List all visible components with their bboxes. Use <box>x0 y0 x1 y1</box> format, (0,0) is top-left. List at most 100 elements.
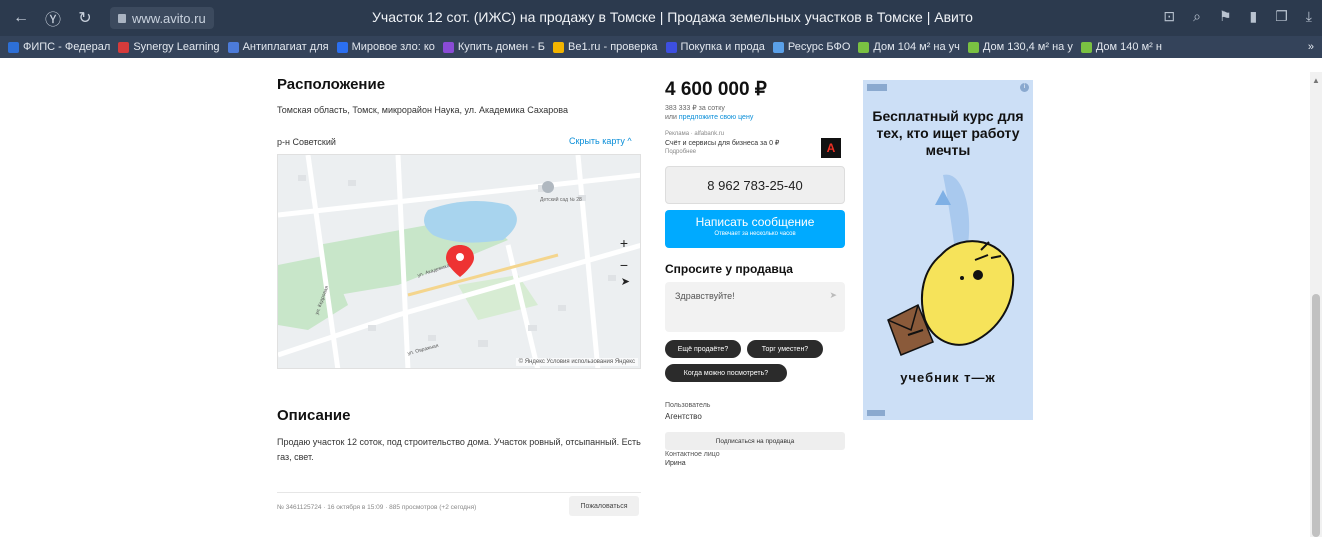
ask-seller-text[interactable]: Здравствуйте! <box>675 291 735 301</box>
listing-meta: № 3461125724 · 16 октября в 15:09 · 885 … <box>277 504 477 511</box>
bookmark-label: Дом 130,4 м² на у <box>982 41 1073 53</box>
browser-titlebar: ← Ⓨ ↻ www.avito.ru Участок 12 сот. (ИЖС)… <box>0 0 1322 36</box>
ad-illustration <box>887 174 1015 356</box>
page-scrollbar[interactable]: ▲ <box>1310 72 1322 537</box>
bookmark-favicon-icon <box>967 41 979 53</box>
yandex-icon[interactable]: Ⓨ <box>42 7 64 29</box>
bookmark-item[interactable]: Мировое зло: ко <box>336 41 435 53</box>
contact-person-name: Ирина <box>665 460 686 467</box>
scroll-up-icon[interactable]: ▲ <box>1312 76 1320 85</box>
complain-button[interactable]: Пожаловаться <box>569 496 639 516</box>
page-content: Расположение Томская область, Томск, мик… <box>0 58 1322 537</box>
bookmark-favicon-icon <box>1080 41 1092 53</box>
translate-icon[interactable]: ⊡ <box>1163 8 1175 25</box>
bookmark-favicon-icon <box>118 41 130 53</box>
address-bar[interactable]: www.avito.ru <box>110 7 214 29</box>
bookmark-favicon-icon <box>553 41 565 53</box>
write-message-button[interactable]: Написать сообщение Отвечает за несколько… <box>665 210 845 248</box>
bookmark-label: Дом 104 м² на уч <box>873 41 960 53</box>
phone-button[interactable]: 8 962 783-25-40 <box>665 166 845 204</box>
divider <box>277 492 641 493</box>
browser-toolbar-icons: ⊡ ⌕ ⚑ ▮ ❐ ⤓ <box>1163 8 1312 25</box>
bookmarks-bar: ФИПС - Федерал Synergy Learning Антиплагиа… <box>0 36 1322 58</box>
bookmark-item[interactable]: Synergy Learning <box>118 41 220 53</box>
description-text: Продаю участок 12 соток, под строительст… <box>277 437 641 462</box>
price-per-unit: 383 333 ₽ за сотку <box>665 105 725 112</box>
bookmark-item[interactable]: Дом 140 м² н <box>1080 41 1162 53</box>
bookmark-favicon-icon <box>227 41 239 53</box>
offer-prefix: или <box>665 114 679 121</box>
ask-seller-input[interactable]: Здравствуйте! ➤ <box>665 282 845 332</box>
map-canvas[interactable]: Детский сад № 28 ул. Академика Сахарова … <box>278 155 641 369</box>
bookmark-item[interactable]: Дом 104 м² на уч <box>858 41 960 53</box>
bookmark-item[interactable]: Покупка и прода <box>665 41 765 53</box>
ad-text[interactable]: Счёт и сервисы для бизнеса за 0 ₽ <box>665 139 845 148</box>
zoom-in-icon[interactable]: + <box>614 235 634 257</box>
quick-question-chip[interactable]: Торг уместен? <box>747 340 823 358</box>
bookmark-label: Дом 140 м² н <box>1095 41 1162 53</box>
bookmark-favicon-icon <box>858 41 870 53</box>
ad-more-link[interactable]: Подробнее <box>665 148 845 157</box>
back-icon[interactable]: ← <box>10 7 32 29</box>
download-icon[interactable]: ⤓ <box>1306 8 1312 25</box>
bookmarks-more-icon[interactable]: » <box>1308 41 1314 53</box>
hide-map-link[interactable]: Скрыть карту ^ <box>569 136 632 146</box>
bookmark-label: Мировое зло: ко <box>351 41 435 53</box>
bookmark-favicon-icon <box>665 41 677 53</box>
bookmark-label: Be1.ru - проверка <box>568 41 658 53</box>
ad-label: Реклама · alfabank.ru <box>665 131 725 137</box>
bookmark-favicon-icon <box>772 41 784 53</box>
bookmark-favicon-icon <box>8 41 19 53</box>
bookmark-item[interactable]: Дом 130,4 м² на у <box>967 41 1073 53</box>
seller-type-label: Пользователь <box>665 402 711 409</box>
write-message-label: Написать сообщение <box>695 215 815 229</box>
offer-price-line: или предложите свою цену <box>665 114 753 121</box>
lock-icon <box>118 13 126 23</box>
reload-icon[interactable]: ↻ <box>74 7 96 29</box>
address-text: Томская область, Томск, микрорайон Наука… <box>277 105 568 115</box>
bookmark-item[interactable]: Купить домен - Б <box>442 41 546 53</box>
map-zoom-controls: + − <box>614 235 634 279</box>
map-footer[interactable]: © Яндекс Условия использования Яндекс <box>515 358 638 366</box>
ask-seller-heading: Спросите у продавца <box>665 262 793 276</box>
district-text: р-н Советский <box>277 137 336 147</box>
bookmark-icon[interactable]: ▮ <box>1250 8 1258 25</box>
bookmark-label: Купить домен - Б <box>457 41 546 53</box>
ad-banner[interactable]: i Бесплатный курс для тех, кто ищет рабо… <box>863 80 1033 420</box>
bookmark-favicon-icon <box>336 41 348 53</box>
page-title: Участок 12 сот. (ИЖС) на продажу в Томск… <box>372 9 973 25</box>
subscribe-seller-button[interactable]: Подписаться на продавца <box>665 432 845 450</box>
contact-person-label: Контактное лицо <box>665 451 720 458</box>
alfabank-logo-icon[interactable]: А <box>821 138 841 158</box>
bookmark-label: Ресурс БФО <box>787 41 851 53</box>
bookmark-item[interactable]: Антиплагиат для <box>227 41 329 53</box>
extensions-icon[interactable]: ⚑ <box>1219 8 1232 25</box>
seller-name[interactable]: Агентство <box>665 412 702 421</box>
price: 4 600 000 ₽ <box>665 79 767 100</box>
response-time-label: Отвечает за несколько часов <box>714 231 796 237</box>
bookmark-item[interactable]: Be1.ru - проверка <box>553 41 658 53</box>
ad-brand: учебник т—ж <box>900 370 996 385</box>
search-icon[interactable]: ⌕ <box>1193 8 1201 25</box>
map-label-kindergarten: Детский сад № 28 <box>540 196 582 203</box>
bookmark-label: Покупка и прода <box>680 41 765 53</box>
scrollbar-thumb[interactable] <box>1312 294 1320 537</box>
geolocation-icon[interactable]: ➤ <box>621 275 630 288</box>
bookmark-label: Synergy Learning <box>133 41 220 53</box>
quick-question-chip[interactable]: Когда можно посмотреть? <box>665 364 787 382</box>
url-text[interactable]: www.avito.ru <box>132 11 206 26</box>
quick-question-chip[interactable]: Ещё продаёте? <box>665 340 741 358</box>
sponsored-block[interactable]: Реклама · alfabank.ru Счёт и сервисы для… <box>665 130 845 157</box>
map[interactable]: Детский сад № 28 ул. Академика Сахарова … <box>277 154 641 369</box>
location-heading: Расположение <box>277 76 386 93</box>
ad-tag-bottom <box>867 410 885 416</box>
bookmark-item[interactable]: ФИПС - Федерал <box>8 41 110 53</box>
bookmark-item[interactable]: Ресурс БФО <box>772 41 851 53</box>
bookmark-favicon-icon <box>442 41 454 53</box>
offer-price-link[interactable]: предложите свою цену <box>679 114 753 121</box>
collections-icon[interactable]: ❐ <box>1275 8 1288 25</box>
send-icon[interactable]: ➤ <box>829 290 837 301</box>
bookmark-label: ФИПС - Федерал <box>23 41 111 53</box>
description-heading: Описание <box>277 407 351 424</box>
bookmark-label: Антиплагиат для <box>242 41 329 53</box>
